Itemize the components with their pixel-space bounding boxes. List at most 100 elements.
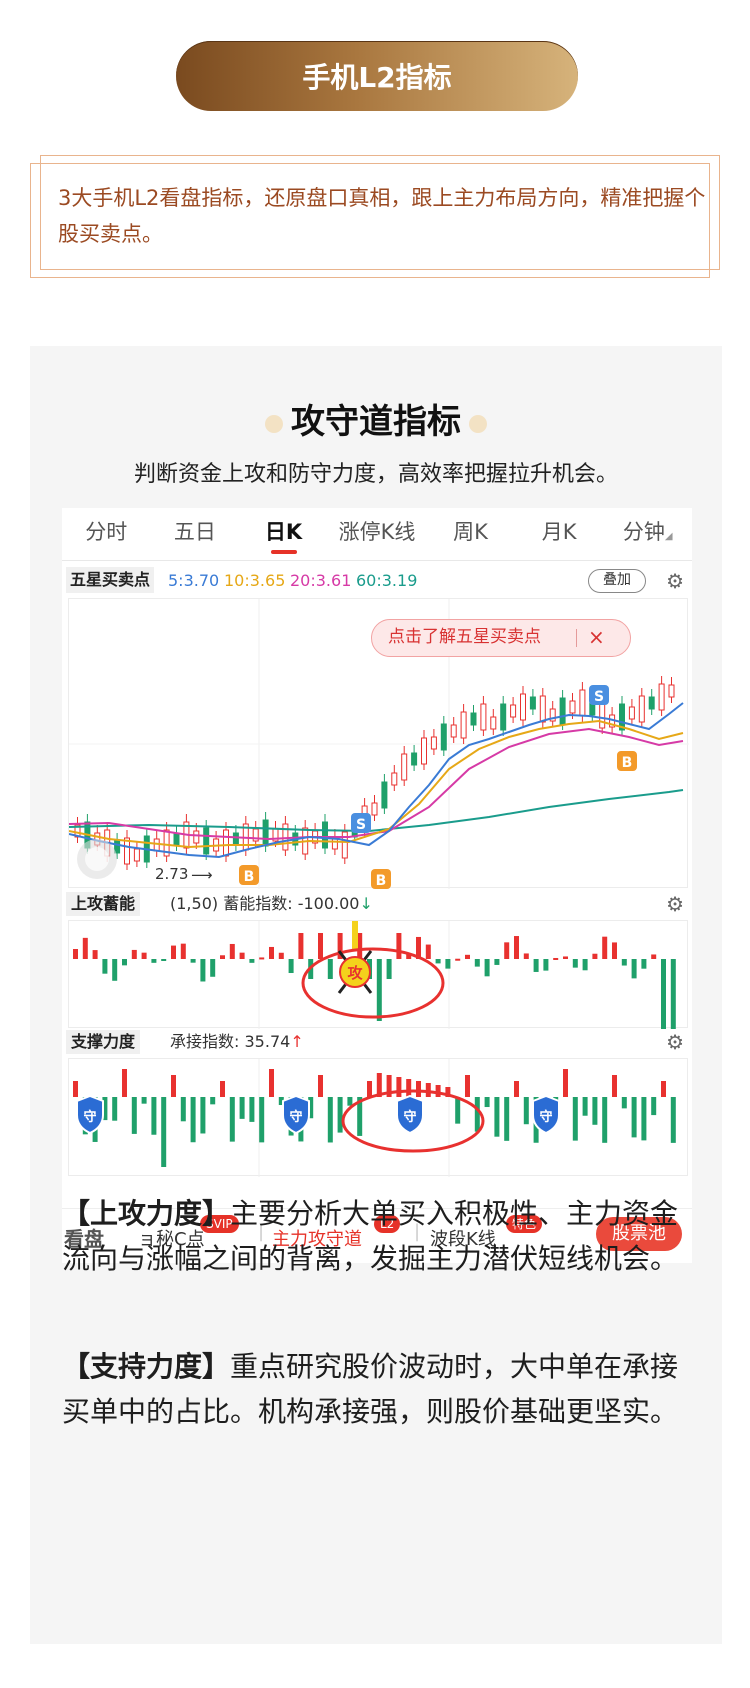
attack-bar [229,943,235,959]
arrow-down-icon: ↓ [359,894,373,913]
intro-text: 3大手机L2看盘指标，还原盘口真相，跟上主力布局方向，精准把握个股买卖点。 [58,186,706,246]
attack-indicator-name[interactable]: 上攻蓄能 [66,892,141,916]
paragraph-attack-heading: 【上攻力度】 [62,1197,231,1230]
min-price-marker: 2.73 ⟶ [155,865,213,884]
attack-icon: 攻 [337,950,373,994]
tab-rik[interactable]: 日K [239,508,328,560]
attack-bar [602,936,608,959]
attack-bar [327,959,333,979]
support-indicator-header: 支撑力度 承接指数: 35.74↑ ⚙ [62,1028,692,1056]
shield-icon: 守 [282,1094,310,1135]
support-bar [249,1097,255,1122]
support-indicator-name[interactable]: 支撑力度 [66,1030,141,1054]
ma-legend: 五星买卖点 5:3.70 10:3.65 20:3.61 60:3.19 叠加 … [62,566,692,596]
close-icon[interactable]: × [588,620,605,654]
tab-fenshi[interactable]: 分时 [62,508,151,560]
candle [500,703,507,731]
attack-bar [631,959,637,979]
attack-bar [572,959,578,968]
attack-bar [249,959,255,963]
support-bar [661,1081,666,1097]
ma20-value: 20:3.61 [290,571,352,590]
kline-chart[interactable]: 2.73 ⟶ B B S S B 点击了解五星买卖点 × [68,598,689,889]
attack-bar [455,958,461,961]
gear-icon[interactable]: ⚙ [666,571,684,591]
attack-bar [670,959,676,1029]
attack-chart[interactable]: 攻 [68,920,688,1029]
tab-zhangting-k[interactable]: 涨停K线 [328,508,426,560]
attack-bar [533,959,539,972]
scroll-handle [77,839,117,879]
tab-fenzhong[interactable]: 分钟◢ [603,508,692,560]
sell-marker-1: S [351,813,371,833]
candle [223,829,229,857]
svg-text:B: B [376,873,387,889]
shield-icon-text: 守 [403,1109,416,1125]
support-bar [190,1097,196,1143]
attack-bar [269,946,274,959]
callout-banner[interactable]: 点击了解五星买卖点 × [371,619,631,657]
attack-bar [425,944,431,959]
candle [232,832,239,846]
feature-card: 攻守道指标 判断资金上攻和防守力度，高效率把握拉升机会。 分时 五日 日K 涨停… [30,346,722,1644]
attack-bar [190,959,196,963]
support-chart[interactable]: 守守守守 [68,1058,688,1177]
card-subtitle: 判断资金上攻和防守力度，高效率把握拉升机会。 [133,462,618,487]
callout-text: 点击了解五星买卖点 [388,627,541,647]
overlay-button[interactable]: 叠加 [588,569,646,593]
attack-bar [563,956,568,959]
candle [411,752,418,766]
support-svg: 守守守守 [73,1059,676,1177]
attack-bar [82,937,88,959]
support-bar [73,1081,78,1097]
candle [153,838,160,852]
support-bar [474,1097,480,1132]
support-bar [112,1097,118,1121]
indicator-name[interactable]: 五星买卖点 [66,567,155,593]
svg-text:B: B [244,869,255,885]
candle [391,772,398,786]
support-bar [514,1081,519,1097]
support-bar [523,1097,529,1125]
support-bars [73,1069,676,1167]
support-bar [563,1069,568,1097]
candle [193,830,200,844]
attack-label: 蓄能指数: [223,894,293,913]
support-bar [200,1097,206,1134]
tab-yuek[interactable]: 月K [515,508,604,560]
gear-icon[interactable]: ⚙ [666,1032,684,1052]
candle [470,712,477,726]
gear-icon[interactable]: ⚙ [666,894,684,914]
support-bar [337,1097,343,1133]
attack-bar [396,933,402,959]
candle [599,701,606,729]
support-bar [180,1097,186,1122]
candle [460,711,467,739]
attack-bar [161,959,167,961]
support-bar [455,1097,461,1124]
tab-wuri[interactable]: 五日 [151,508,240,560]
support-bar [435,1085,441,1097]
support-bar [670,1097,676,1143]
candle [173,832,180,846]
ma5-value: 5:3.70 [168,571,220,590]
candle [430,736,437,750]
support-bar [367,1081,372,1097]
attack-value: -100.00 [297,894,360,913]
attack-bar [200,959,206,982]
support-bar [612,1075,617,1097]
candle [381,781,388,809]
support-bar [406,1079,412,1097]
tab-zhouk[interactable]: 周K [426,508,515,560]
candle [341,831,348,859]
attack-bar [288,959,294,974]
min-price-label: 2.73 [155,865,188,883]
ma10-line [68,719,684,849]
sell-marker-2: S [589,685,609,705]
svg-text:S: S [356,817,366,833]
candle [579,689,586,717]
attack-bar [484,959,490,977]
candle [262,819,269,847]
attack-bar [171,945,176,959]
support-bar [641,1097,647,1141]
